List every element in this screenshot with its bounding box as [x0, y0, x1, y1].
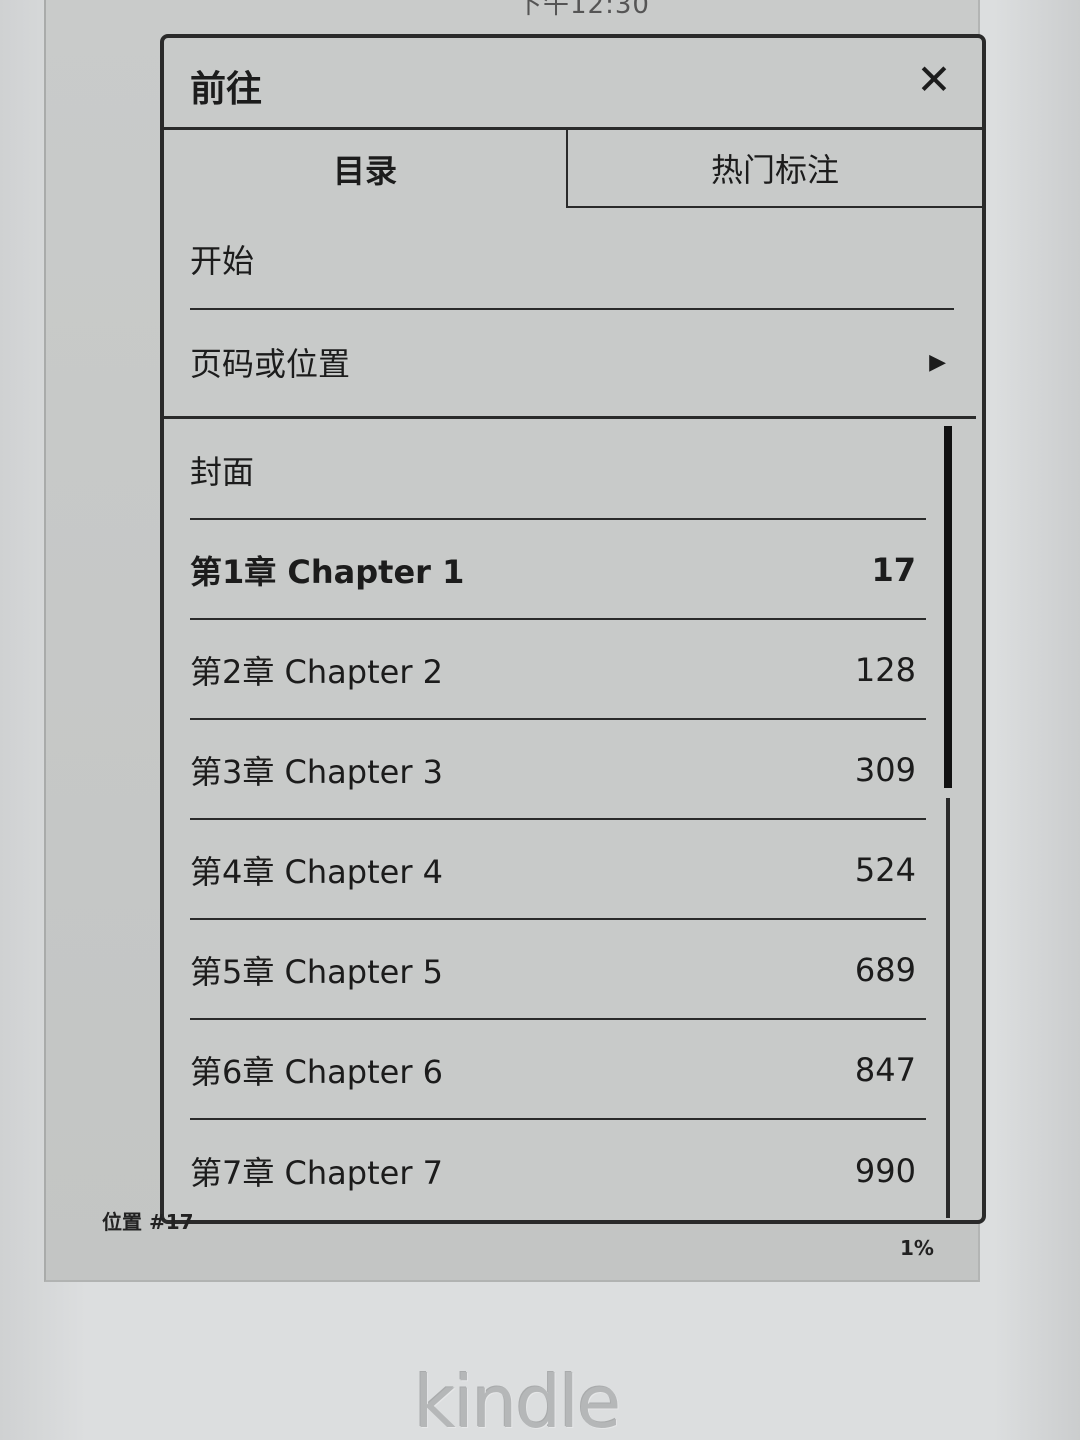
nav-page-or-location[interactable]: 页码或位置 ▶ — [190, 312, 954, 412]
goto-dialog: 前往 ✕ 目录 热门标注 开始 页码或位置 ▶ 封面 第1章 Chapter 1… — [160, 34, 986, 1224]
toc-item-chapter-3[interactable]: 第3章 Chapter 3 309 — [190, 722, 926, 820]
toc-item-page: 990 — [854, 1152, 916, 1190]
play-arrow-icon: ▶ — [929, 349, 946, 375]
toc-item-chapter-4[interactable]: 第4章 Chapter 4 524 — [190, 822, 926, 920]
toc-item-title: 第1章 Chapter 1 — [190, 553, 465, 591]
nav-start[interactable]: 开始 — [190, 210, 954, 310]
reading-progress-percent: 1% — [900, 1236, 934, 1260]
dialog-header: 前往 ✕ — [164, 38, 982, 130]
kindle-screen: 下午12:30 前往 ✕ 目录 热门标注 开始 页码或位置 ▶ 封面 第1章 C… — [44, 0, 986, 1282]
toc-item-chapter-7[interactable]: 第7章 Chapter 7 990 — [190, 1122, 926, 1220]
toc-list: 封面 第1章 Chapter 1 17 第2章 Chapter 2 128 第3… — [164, 422, 954, 1222]
tab-toc[interactable]: 目录 — [164, 130, 566, 208]
toc-item-page: 689 — [854, 951, 916, 989]
nav-start-label: 开始 — [190, 242, 255, 280]
status-time: 下午12:30 — [516, 0, 650, 20]
tab-popular-highlights[interactable]: 热门标注 — [566, 130, 982, 208]
toc-item-chapter-1[interactable]: 第1章 Chapter 1 17 — [190, 522, 926, 620]
toc-item-page: 524 — [854, 851, 916, 889]
toc-item-cover[interactable]: 封面 — [190, 422, 926, 520]
toc-item-title: 第7章 Chapter 7 — [190, 1154, 444, 1192]
toc-item-page: 128 — [854, 651, 916, 689]
toc-item-page: 309 — [854, 751, 916, 789]
toc-item-title: 第4章 Chapter 4 — [190, 853, 444, 891]
kindle-logo: kindle — [414, 1360, 621, 1440]
section-divider — [164, 416, 976, 419]
toc-item-chapter-6[interactable]: 第6章 Chapter 6 847 — [190, 1022, 926, 1120]
dialog-tabs: 目录 热门标注 — [164, 130, 982, 208]
nav-page-or-location-label: 页码或位置 — [190, 345, 351, 383]
toc-item-title: 第3章 Chapter 3 — [190, 753, 444, 791]
toc-item-chapter-2[interactable]: 第2章 Chapter 2 128 — [190, 622, 926, 720]
scrollbar-track[interactable] — [946, 798, 950, 1218]
toc-item-title: 第6章 Chapter 6 — [190, 1053, 444, 1091]
close-icon[interactable]: ✕ — [914, 58, 954, 102]
toc-item-page: 17 — [871, 551, 916, 589]
toc-item-title: 封面 — [190, 453, 255, 491]
toc-item-page: 847 — [854, 1051, 916, 1089]
toc-item-chapter-5[interactable]: 第5章 Chapter 5 689 — [190, 922, 926, 1020]
toc-item-title: 第2章 Chapter 2 — [190, 653, 444, 691]
scrollbar-thumb[interactable] — [944, 426, 952, 788]
toc-item-title: 第5章 Chapter 5 — [190, 953, 444, 991]
reading-location: 位置 #17 — [102, 1210, 194, 1234]
dialog-title: 前往 — [190, 69, 263, 110]
